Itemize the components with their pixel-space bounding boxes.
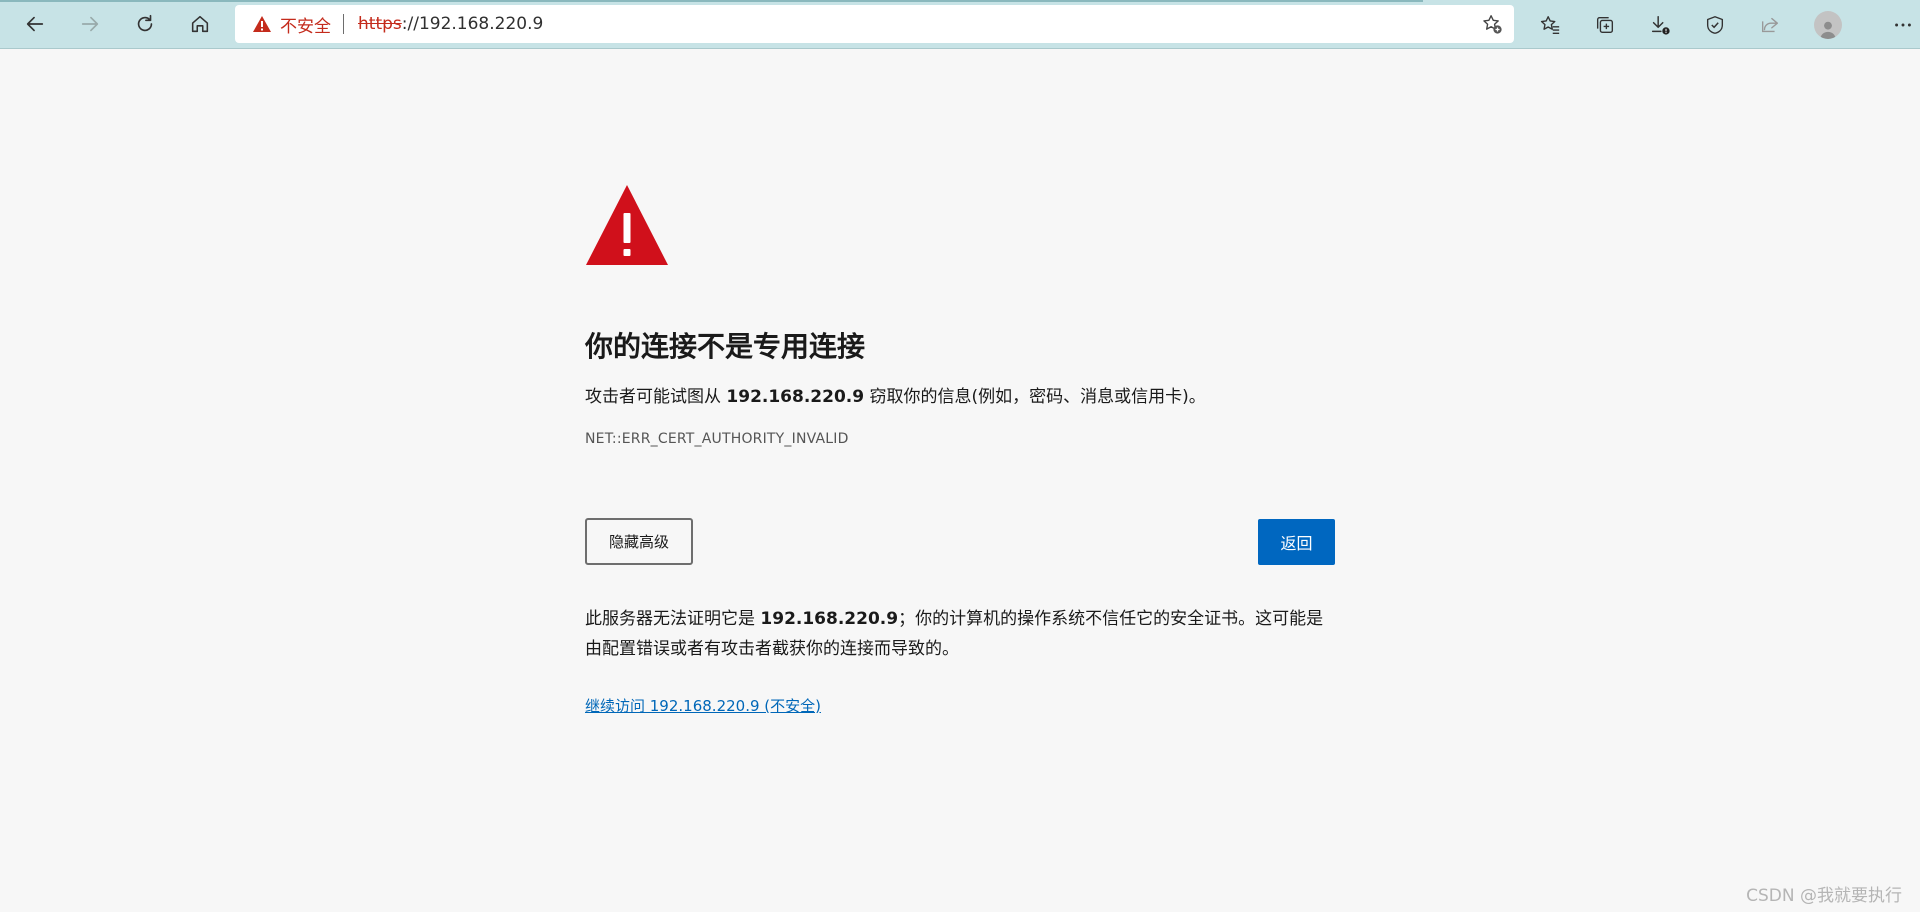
browser-essentials-button[interactable] [1695,5,1735,45]
detail-prefix: 此服务器无法证明它是 [585,609,761,629]
downloads-button[interactable] [1640,5,1680,45]
url-text[interactable]: https://192.168.220.9 [358,14,543,34]
proceed-unsafe-link[interactable]: 继续访问 192.168.220.9 (不安全) [585,695,821,716]
watermark: CSDN @我就要执行 [1746,886,1902,906]
loading-progress-line [0,0,1423,2]
hide-advanced-button[interactable]: 隐藏高级 [585,518,693,565]
address-bar[interactable]: 不安全 https://192.168.220.9 [235,5,1514,43]
desc-suffix: 窃取你的信息(例如，密码、消息或信用卡)。 [864,387,1206,407]
profile-avatar-icon [1814,10,1842,39]
attack-description: 攻击者可能试图从 192.168.220.9 窃取你的信息(例如，密码、消息或信… [585,382,1206,407]
page-title: 你的连接不是专用连接 [585,330,866,363]
back-to-safety-button[interactable]: 返回 [1258,519,1335,565]
browser-essentials-icon [1706,15,1724,34]
share-button[interactable] [1750,5,1790,45]
more-options-button[interactable] [1883,5,1920,45]
favorites-button[interactable] [1530,5,1570,45]
not-secure-warning-icon[interactable] [252,14,272,34]
url-scheme: https [358,14,402,34]
share-icon [1761,17,1779,32]
desc-host: 192.168.220.9 [726,387,865,407]
downloads-icon [1651,15,1670,35]
star-add-icon [1483,15,1502,34]
detail-host: 192.168.220.9 [760,609,899,629]
desc-prefix: 攻击者可能试图从 [585,387,727,407]
refresh-icon [137,14,153,32]
collections-button[interactable] [1585,5,1625,45]
collections-icon [1596,16,1614,33]
back-button[interactable] [15,4,55,44]
favorites-icon [1540,15,1560,34]
home-button[interactable] [180,4,220,44]
warning-triangle-icon [586,185,668,265]
forward-button[interactable] [70,4,110,44]
toolbar-actions [1530,0,1920,49]
refresh-button[interactable] [125,4,165,44]
browser-toolbar: 不安全 https://192.168.220.9 [0,0,1920,49]
back-icon [26,16,44,32]
profile-button[interactable] [1808,5,1848,45]
more-options-icon [1895,23,1911,26]
add-to-favorites-button[interactable] [1480,12,1504,36]
url-host: ://192.168.220.9 [401,14,544,34]
home-icon [191,15,209,33]
error-code: NET::ERR_CERT_AUTHORITY_INVALID [585,431,849,447]
advanced-details-text: 此服务器无法证明它是 192.168.220.9；你的计算机的操作系统不信任它的… [585,604,1340,664]
not-secure-label[interactable]: 不安全 [280,12,331,37]
forward-icon [81,16,99,32]
address-separator [343,14,344,34]
